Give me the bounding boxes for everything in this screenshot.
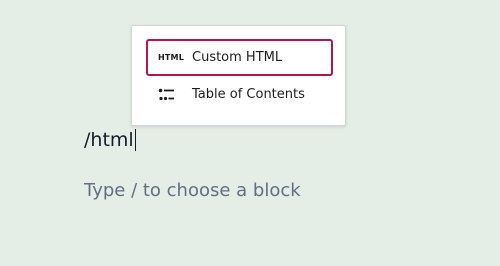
text-caret (134, 129, 137, 151)
menu-item-table-of-contents[interactable]: Table of Contents (146, 76, 333, 113)
menu-item-label: Custom HTML (192, 50, 283, 65)
typed-text: /html (84, 129, 134, 151)
menu-item-custom-html[interactable]: HTML Custom HTML (146, 39, 333, 76)
html-icon: HTML (158, 53, 185, 62)
menu-item-label: Table of Contents (192, 87, 305, 102)
table-of-contents-icon (158, 88, 188, 102)
block-text-input[interactable]: /html (84, 127, 137, 153)
block-inserter-popover: HTML Custom HTML Table of Contents (131, 25, 346, 126)
block-placeholder[interactable]: Type / to choose a block (84, 180, 301, 201)
